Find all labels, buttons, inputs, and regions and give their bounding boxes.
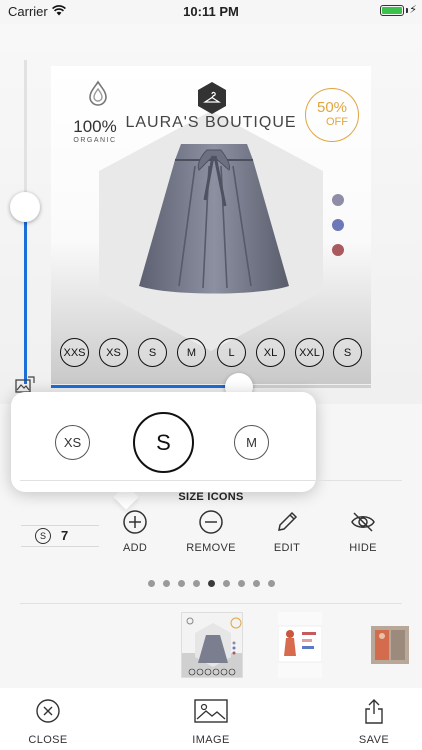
- stepper-size-chip: S: [35, 528, 51, 544]
- template-thumbnail[interactable]: [278, 612, 322, 678]
- vertical-slider-thumb[interactable]: [10, 192, 40, 222]
- size-chip-row: XXS XS S M L XL XXL S: [60, 338, 364, 367]
- page-dot[interactable]: [252, 580, 260, 587]
- hide-label: HIDE: [349, 542, 377, 554]
- clock: 10:11 PM: [183, 4, 239, 19]
- size-chip[interactable]: XS: [99, 338, 128, 367]
- close-label: CLOSE: [28, 734, 68, 746]
- organic-label: ORGANIC: [73, 137, 117, 144]
- skirt-thumbnail-image: [182, 617, 242, 677]
- popover-size-option-selected[interactable]: S: [133, 412, 194, 473]
- status-bar: Carrier 10:11 PM ⚡: [0, 0, 422, 22]
- image-label: IMAGE: [192, 734, 230, 746]
- sale-percent: 50%: [316, 99, 348, 116]
- popover-size-option[interactable]: XS: [55, 425, 90, 460]
- share-icon: [365, 699, 383, 724]
- vertical-slider[interactable]: [24, 60, 27, 384]
- color-swatch[interactable]: [332, 219, 344, 231]
- skirt-image: [139, 144, 289, 294]
- remove-label: REMOVE: [186, 542, 236, 554]
- bottom-toolbar: CLOSE IMAGE SAVE: [0, 688, 422, 750]
- add-label: ADD: [122, 542, 148, 554]
- page-dot[interactable]: [267, 580, 275, 587]
- horizontal-slider[interactable]: [51, 373, 371, 401]
- size-popover: XS S M: [11, 392, 316, 492]
- charging-bolt-icon: ⚡: [409, 4, 417, 16]
- sale-badge: 50% OFF: [305, 88, 359, 142]
- close-button[interactable]: CLOSE: [8, 698, 88, 746]
- edit-label: EDIT: [273, 542, 301, 554]
- image-button[interactable]: IMAGE: [171, 698, 251, 746]
- sale-off-label: OFF: [326, 116, 348, 128]
- save-button[interactable]: SAVE: [334, 698, 414, 746]
- add-button[interactable]: ADD: [100, 508, 170, 554]
- battery-icon: [380, 5, 404, 16]
- panel-title: SIZE ICONS: [178, 491, 244, 503]
- image-icon: [194, 699, 228, 723]
- size-chip[interactable]: XL: [256, 338, 285, 367]
- plus-circle-icon: [123, 510, 147, 534]
- size-chip[interactable]: XXL: [295, 338, 324, 367]
- minus-circle-icon: [199, 510, 223, 534]
- color-swatch[interactable]: [332, 194, 344, 206]
- editor-canvas: 100% ORGANIC LAURA'S BOUTIQUE 50% OFF XX…: [0, 24, 422, 404]
- page-dot[interactable]: [177, 580, 185, 587]
- eye-slash-icon: [351, 512, 375, 532]
- template-thumbnail[interactable]: [181, 612, 243, 678]
- hide-button[interactable]: HIDE: [328, 508, 398, 554]
- page-indicator: [0, 580, 422, 587]
- page-dot-active[interactable]: [207, 580, 215, 587]
- close-icon: [36, 699, 60, 723]
- hanger-icon: [203, 91, 221, 103]
- pencil-icon: [278, 511, 298, 531]
- size-chip[interactable]: XXS: [60, 338, 89, 367]
- page-dot[interactable]: [192, 580, 200, 587]
- size-chip[interactable]: S: [138, 338, 167, 367]
- organic-drop-icon: [89, 80, 107, 106]
- popover-size-option[interactable]: M: [234, 425, 269, 460]
- color-swatch[interactable]: [332, 244, 344, 256]
- fashion-thumbnail-image: [278, 625, 322, 663]
- size-chip[interactable]: L: [217, 338, 246, 367]
- page-dot[interactable]: [237, 580, 245, 587]
- template-strip: [0, 612, 422, 682]
- stepper-value: 7: [61, 528, 69, 543]
- size-chip[interactable]: S: [333, 338, 362, 367]
- page-dot[interactable]: [162, 580, 170, 587]
- size-chip[interactable]: M: [177, 338, 206, 367]
- size-stepper-preview[interactable]: S 7: [21, 505, 99, 547]
- page-dot[interactable]: [222, 580, 230, 587]
- page-dot[interactable]: [147, 580, 155, 587]
- photo-thumbnail-image: [371, 626, 409, 664]
- product-preview[interactable]: 100% ORGANIC LAURA'S BOUTIQUE 50% OFF XX…: [51, 66, 371, 384]
- remove-button[interactable]: REMOVE: [176, 508, 246, 554]
- save-label: SAVE: [358, 734, 390, 746]
- edit-button[interactable]: EDIT: [252, 508, 322, 554]
- template-thumbnail[interactable]: [371, 612, 409, 678]
